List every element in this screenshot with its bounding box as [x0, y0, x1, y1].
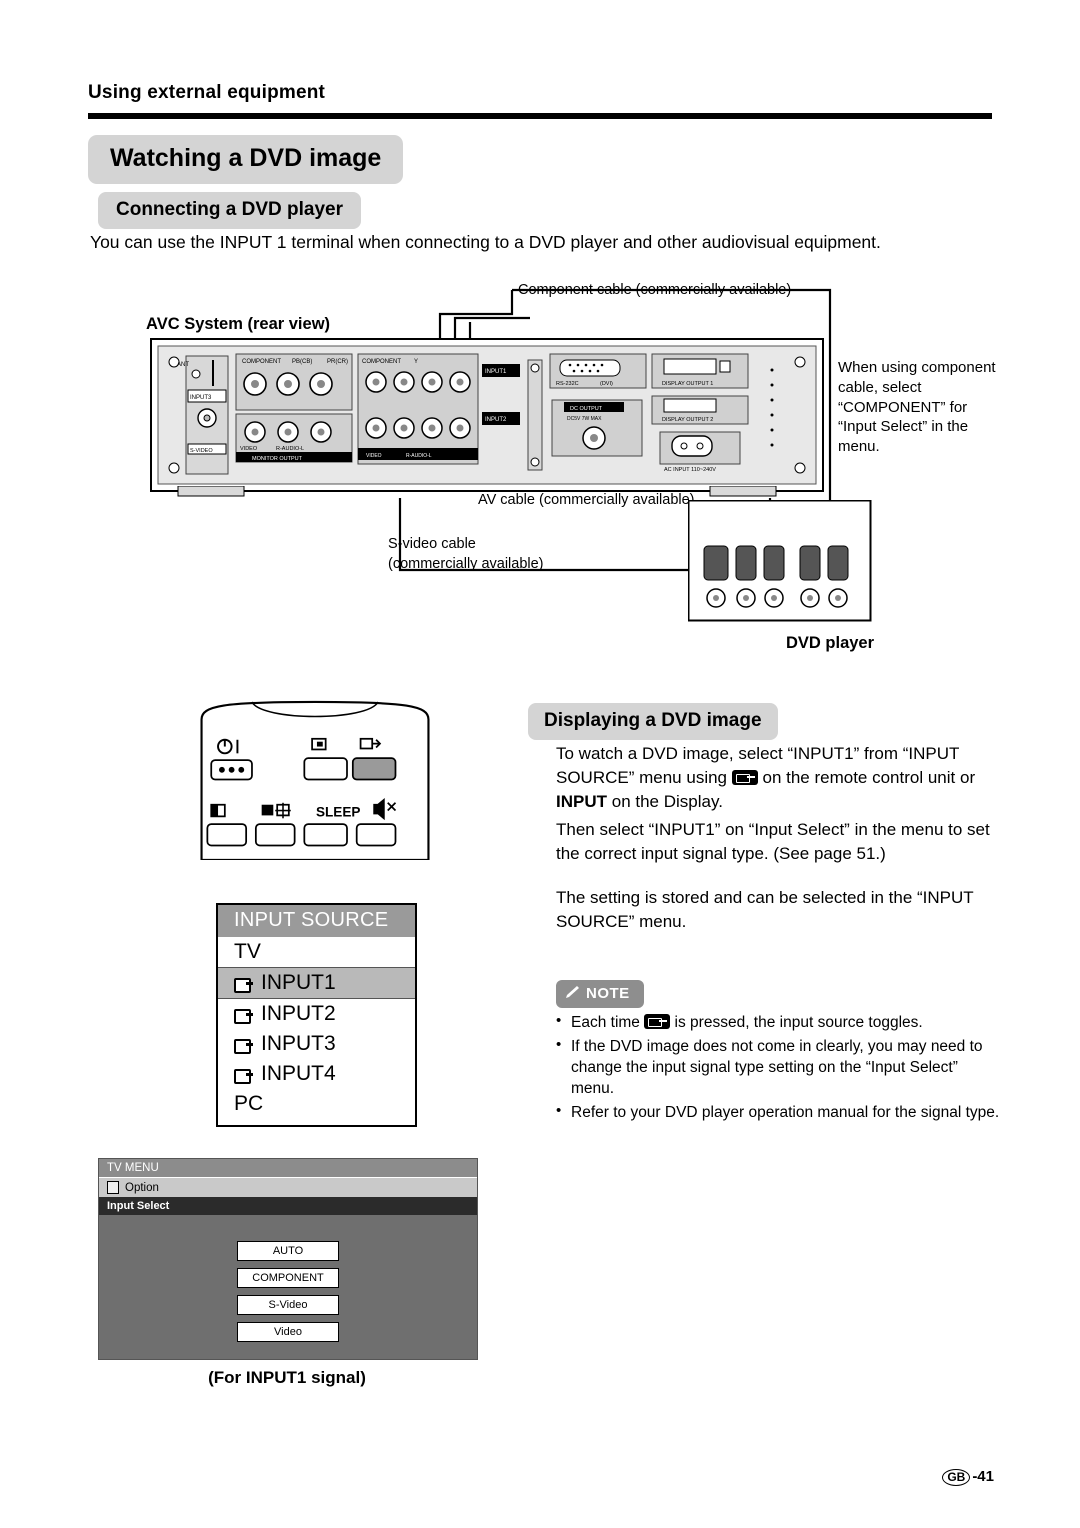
note-list: Each time is pressed, the input source t… — [556, 1011, 1000, 1126]
tv-menu-item-svideo[interactable]: S-Video — [237, 1295, 339, 1315]
svg-text:DC OUTPUT: DC OUTPUT — [570, 406, 603, 412]
osd-item-label: INPUT3 — [261, 1032, 336, 1055]
note-item: Each time is pressed, the input source t… — [556, 1011, 1000, 1033]
osd-item-label: INPUT1 — [261, 971, 336, 994]
note1-a: Each time — [571, 1014, 640, 1031]
input-terminal-icon — [234, 1008, 253, 1024]
input-terminal-icon — [234, 1068, 253, 1084]
page-footer: GB -41 — [942, 1468, 994, 1486]
avc-panel-graphic: INPUT3 S-VIDEO ANT COMPONENT PB(CB) PR(C… — [152, 340, 822, 490]
osd-item-label: PC — [234, 1092, 264, 1115]
avc-rear-panel: INPUT3 S-VIDEO ANT COMPONENT PB(CB) PR(C… — [150, 338, 824, 492]
tv-menu-item-video[interactable]: Video — [237, 1322, 339, 1342]
osd-item-input2[interactable]: INPUT2 — [218, 999, 415, 1029]
option-icon — [107, 1181, 119, 1194]
right-paragraph-2: Then select “INPUT1” on “Input Select” i… — [556, 820, 990, 864]
page-number: -41 — [972, 1468, 994, 1485]
section-title: Using external equipment — [88, 82, 326, 103]
tv-menu-option-label: Option — [125, 1181, 159, 1194]
svg-text:DC5V 7W MAX: DC5V 7W MAX — [567, 416, 602, 422]
input-button-icon — [731, 770, 758, 786]
osd-item-input1[interactable]: INPUT1 — [218, 967, 415, 999]
osd-item-label: INPUT4 — [261, 1062, 336, 1085]
tv-menu-item-component[interactable]: COMPONENT — [237, 1268, 339, 1288]
tv-menu-item-auto[interactable]: AUTO — [237, 1241, 339, 1261]
page-title: Watching a DVD image — [88, 135, 404, 184]
osd-item-label: TV — [234, 940, 261, 963]
osd-item-input3[interactable]: INPUT3 — [218, 1029, 415, 1059]
caption-dvd-player: DVD player — [786, 634, 875, 652]
caption-svideo-cable-2: (commercially available) — [388, 556, 544, 572]
svg-text:COMPONENT: COMPONENT — [362, 359, 401, 365]
note-label: NOTE — [586, 985, 630, 1002]
osd-item-pc[interactable]: PC — [218, 1089, 415, 1119]
svg-text:AC INPUT 110~240V: AC INPUT 110~240V — [664, 467, 716, 473]
input-button-icon — [644, 1014, 671, 1029]
svg-text:INPUT2: INPUT2 — [485, 417, 507, 423]
svg-text:INPUT3: INPUT3 — [190, 395, 212, 401]
note-badge: NOTE — [556, 980, 644, 1008]
svg-text:Y: Y — [414, 359, 418, 365]
note-item: If the DVD image does not come in clearl… — [556, 1035, 1000, 1099]
intro-paragraph: You can use the INPUT 1 terminal when co… — [90, 232, 881, 252]
tv-menu-caption: (For INPUT1 signal) — [208, 1368, 366, 1387]
caption-svideo-cable-1: S-video cable — [388, 536, 476, 552]
dvd-player-graphic — [688, 500, 872, 622]
page: Using external equipment Watching a DVD … — [0, 0, 1080, 1528]
svg-text:INPUT1: INPUT1 — [485, 369, 507, 375]
osd-item-input4[interactable]: INPUT4 — [218, 1059, 415, 1089]
svg-text:DISPLAY OUTPUT 1: DISPLAY OUTPUT 1 — [662, 381, 713, 387]
svg-text:PB(CB): PB(CB) — [292, 359, 312, 365]
osd-input-source: INPUT SOURCE TV INPUT1 INPUT2 INPUT3 INP… — [216, 903, 417, 1127]
tv-menu-title: TV MENU — [99, 1159, 477, 1178]
header-rule — [88, 113, 992, 119]
svg-text:PR(CR): PR(CR) — [327, 359, 348, 365]
diagram-note-right: When using component cable, select “COMP… — [838, 359, 996, 456]
osd-tv-menu: TV MENU Option Input Select AUTO COMPONE… — [98, 1158, 478, 1360]
svg-text:MONITOR OUTPUT: MONITOR OUTPUT — [252, 456, 303, 462]
caption-av-cable: AV cable (commercially available) — [478, 492, 695, 508]
osd-item-label: INPUT2 — [261, 1002, 336, 1025]
right-paragraph-3: The setting is stored and can be selecte… — [556, 888, 974, 932]
svg-text:R-AUDIO-L: R-AUDIO-L — [406, 453, 432, 459]
pencil-icon — [566, 986, 579, 998]
svg-text:VIDEO: VIDEO — [366, 453, 382, 459]
svg-text:COMPONENT: COMPONENT — [242, 359, 281, 365]
note-item: Refer to your DVD player operation manua… — [556, 1101, 1000, 1123]
region-badge: GB — [942, 1469, 971, 1486]
osd-title: INPUT SOURCE — [218, 905, 415, 937]
svg-text:VIDEO: VIDEO — [240, 446, 258, 452]
right-p1-c: on the Display. — [611, 792, 723, 812]
osd-item-tv[interactable]: TV — [218, 937, 415, 967]
tv-menu-input-select[interactable]: Input Select — [99, 1197, 477, 1215]
input-terminal-icon — [234, 977, 253, 993]
svg-text:R-AUDIO-L: R-AUDIO-L — [276, 446, 304, 452]
input-terminal-icon — [234, 1038, 253, 1054]
tv-menu-option-row[interactable]: Option — [99, 1178, 477, 1197]
svg-text:RS-232C: RS-232C — [556, 381, 579, 387]
svg-text:S-VIDEO: S-VIDEO — [190, 448, 213, 454]
note1-b: is pressed, the input source toggles. — [674, 1014, 923, 1031]
remote-control-graphic: SLEEP — [200, 700, 430, 860]
right-heading: Displaying a DVD image — [528, 703, 778, 740]
svg-text:DISPLAY OUTPUT 2: DISPLAY OUTPUT 2 — [662, 417, 713, 423]
right-p1-bold: INPUT — [556, 792, 607, 812]
tv-menu-items: AUTO COMPONENT S-Video Video — [99, 1215, 477, 1342]
right-p1-b: on the remote control unit or — [762, 768, 976, 788]
svg-text:ANT: ANT — [177, 362, 189, 368]
svg-text:(DVI): (DVI) — [600, 381, 613, 387]
subsection-title: Connecting a DVD player — [98, 192, 361, 229]
svg-text:SLEEP: SLEEP — [316, 804, 360, 819]
right-paragraph-1: To watch a DVD image, select “INPUT1” fr… — [556, 742, 1000, 814]
